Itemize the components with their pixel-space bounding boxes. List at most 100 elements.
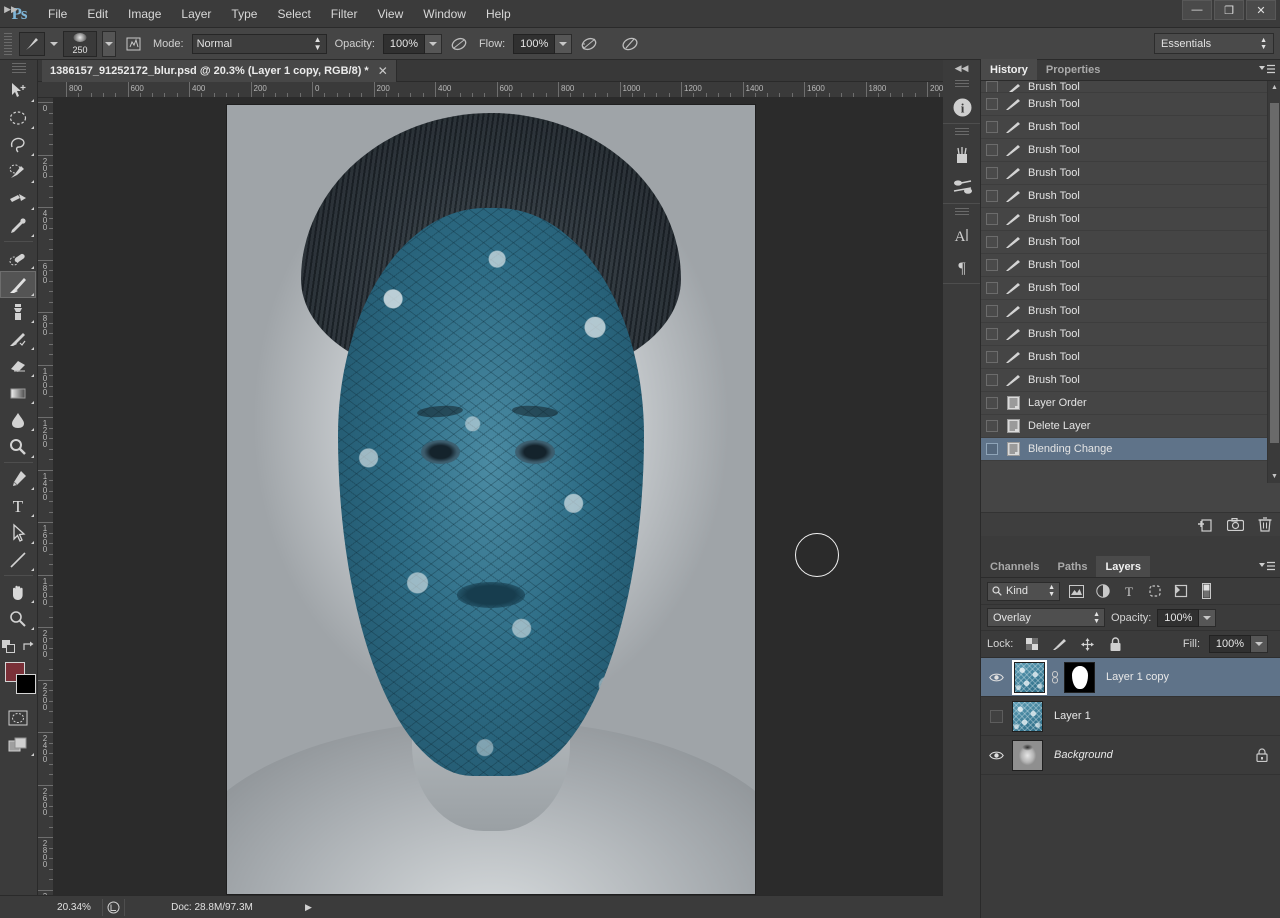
paragraph-panel-icon[interactable]: ¶ bbox=[943, 251, 981, 283]
layer-opacity-input[interactable]: 100% bbox=[1157, 608, 1200, 627]
close-document-icon[interactable]: ✕ bbox=[378, 64, 388, 78]
history-snapshot-toggle[interactable] bbox=[986, 121, 998, 133]
history-state-row[interactable]: Brush Tool bbox=[981, 81, 1267, 93]
history-snapshot-toggle[interactable] bbox=[986, 420, 998, 432]
vertical-ruler[interactable]: 0 200 400 600 800 1000 1200 1400 1600 1800 2000 220… bbox=[38, 98, 54, 895]
history-state-row[interactable]: Brush Tool bbox=[981, 139, 1267, 162]
history-state-row[interactable]: Layer Order bbox=[981, 392, 1267, 415]
history-snapshot-toggle[interactable] bbox=[986, 144, 998, 156]
lock-image-pixels-icon[interactable] bbox=[1050, 635, 1069, 654]
history-snapshot-toggle[interactable] bbox=[986, 305, 998, 317]
move-tool[interactable] bbox=[0, 77, 36, 104]
pixel-filter-icon[interactable] bbox=[1067, 582, 1086, 601]
layer-fill-chevron-down-icon[interactable] bbox=[1251, 635, 1268, 653]
layer-row[interactable]: Background bbox=[981, 736, 1280, 775]
history-snapshot-toggle[interactable] bbox=[986, 213, 998, 225]
menu-image[interactable]: Image bbox=[118, 0, 171, 28]
gradient-tool[interactable] bbox=[0, 379, 36, 406]
layer-visibility-toggle[interactable] bbox=[985, 658, 1007, 697]
tab-history[interactable]: History bbox=[981, 59, 1037, 80]
opacity-chevron-down-icon[interactable] bbox=[424, 33, 442, 54]
flow-chevron-down-icon[interactable] bbox=[555, 33, 573, 54]
dock-grip-3[interactable] bbox=[954, 208, 969, 216]
horizontal-ruler[interactable]: 800 600 400 200 0 200 400 600 800 1000 1200 1400 160… bbox=[38, 82, 943, 98]
menu-window[interactable]: Window bbox=[413, 0, 476, 28]
history-snapshot-toggle[interactable] bbox=[986, 282, 998, 294]
screen-mode-icon[interactable] bbox=[0, 731, 36, 758]
history-state-row[interactable]: Blending Change bbox=[981, 438, 1267, 461]
tab-paths[interactable]: Paths bbox=[1049, 556, 1097, 577]
history-state-row[interactable]: Brush Tool bbox=[981, 185, 1267, 208]
path-selection-tool[interactable] bbox=[0, 519, 36, 546]
toolbox-grip[interactable] bbox=[11, 63, 26, 75]
history-state-row[interactable]: Brush Tool bbox=[981, 254, 1267, 277]
delete-state-icon[interactable] bbox=[1258, 517, 1272, 532]
zoom-level-input[interactable]: 20.34% bbox=[46, 898, 102, 916]
lock-position-icon[interactable] bbox=[1078, 635, 1097, 654]
tab-channels[interactable]: Channels bbox=[981, 556, 1049, 577]
history-snapshot-toggle[interactable] bbox=[986, 397, 998, 409]
dodge-tool[interactable] bbox=[0, 433, 36, 460]
history-scrollbar-thumb[interactable] bbox=[1270, 103, 1279, 443]
history-state-row[interactable]: Brush Tool bbox=[981, 162, 1267, 185]
blur-tool[interactable] bbox=[0, 406, 36, 433]
history-state-row[interactable]: Brush Tool bbox=[981, 116, 1267, 139]
collapse-panels-icon[interactable]: ◀◀ bbox=[943, 60, 980, 76]
layer-opacity-chevron-down-icon[interactable] bbox=[1199, 608, 1217, 627]
hand-tool[interactable] bbox=[0, 578, 36, 605]
menu-type[interactable]: Type bbox=[221, 0, 267, 28]
tablet-pressure-size-icon[interactable] bbox=[618, 32, 642, 56]
default-colors-icon[interactable] bbox=[2, 639, 15, 653]
new-document-from-state-icon[interactable] bbox=[1197, 518, 1213, 532]
layer-thumbnail[interactable] bbox=[1012, 739, 1043, 771]
history-state-row[interactable]: Brush Tool bbox=[981, 323, 1267, 346]
pressure-opacity-icon[interactable] bbox=[447, 32, 471, 56]
line-tool[interactable] bbox=[0, 546, 36, 573]
flow-input[interactable]: 100% bbox=[513, 33, 556, 54]
history-snapshot-toggle[interactable] bbox=[986, 81, 998, 92]
options-bar-grip[interactable] bbox=[4, 32, 12, 55]
menu-edit[interactable]: Edit bbox=[77, 0, 118, 28]
history-state-row[interactable]: Delete Layer bbox=[981, 415, 1267, 438]
restore-button[interactable]: ❐ bbox=[1214, 0, 1244, 20]
menu-layer[interactable]: Layer bbox=[171, 0, 221, 28]
current-tool-icon[interactable] bbox=[19, 31, 45, 56]
workspace-selector[interactable]: Essentials ▲ ▼ bbox=[1154, 33, 1274, 54]
tab-properties[interactable]: Properties bbox=[1037, 59, 1109, 80]
canvas-area[interactable] bbox=[54, 98, 943, 895]
history-scrollbar[interactable]: ▲ ▼ bbox=[1267, 81, 1280, 483]
close-button[interactable]: ✕ bbox=[1246, 0, 1276, 20]
crop-tool[interactable] bbox=[0, 185, 36, 212]
layer-thumbnail[interactable] bbox=[1014, 661, 1045, 693]
spot-healing-brush-tool[interactable] bbox=[0, 244, 36, 271]
scroll-down-arrow-icon[interactable]: ▼ bbox=[1268, 470, 1280, 483]
blend-mode-select[interactable]: Normal ▲ ▼ bbox=[191, 33, 327, 54]
history-state-row[interactable]: Brush Tool bbox=[981, 369, 1267, 392]
filter-toggle-icon[interactable] bbox=[1197, 582, 1216, 601]
background-color-swatch[interactable] bbox=[16, 674, 36, 694]
scroll-up-arrow-icon[interactable]: ▲ bbox=[1268, 81, 1280, 94]
zoom-tool[interactable] bbox=[0, 605, 36, 632]
lasso-tool[interactable] bbox=[0, 131, 36, 158]
dock-grip-1[interactable] bbox=[954, 80, 969, 88]
layer-thumbnail[interactable] bbox=[1012, 700, 1043, 732]
layer-row[interactable]: Layer 1 copy bbox=[981, 658, 1280, 697]
minimize-button[interactable]: — bbox=[1182, 0, 1212, 20]
status-menu-arrow-icon[interactable]: ▶ bbox=[299, 902, 312, 913]
history-snapshot-toggle[interactable] bbox=[986, 443, 998, 455]
history-snapshot-toggle[interactable] bbox=[986, 374, 998, 386]
document-tab[interactable]: 1386157_91252172_blur.psd @ 20.3% (Layer… bbox=[42, 60, 397, 82]
history-snapshot-toggle[interactable] bbox=[986, 328, 998, 340]
menu-filter[interactable]: Filter bbox=[321, 0, 368, 28]
swap-colors-icon[interactable] bbox=[22, 640, 35, 653]
history-snapshot-toggle[interactable] bbox=[986, 190, 998, 202]
lock-transparent-pixels-icon[interactable] bbox=[1022, 635, 1041, 654]
dock-grip-2[interactable] bbox=[954, 128, 969, 136]
expand-panels-icon[interactable]: ▶▶ bbox=[2, 2, 20, 16]
new-snapshot-icon[interactable] bbox=[1227, 518, 1244, 531]
layer-blend-mode-select[interactable]: Overlay ▲ ▼ bbox=[987, 608, 1105, 627]
history-state-row[interactable]: Brush Tool bbox=[981, 300, 1267, 323]
brush-tool[interactable] bbox=[0, 271, 36, 298]
history-snapshot-toggle[interactable] bbox=[986, 236, 998, 248]
adjustment-filter-icon[interactable] bbox=[1093, 582, 1112, 601]
